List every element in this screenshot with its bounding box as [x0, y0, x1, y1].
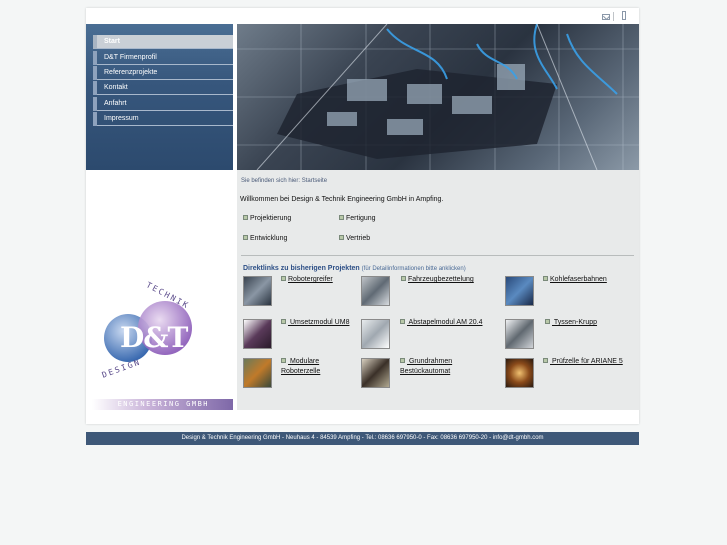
service-label: Vertrieb [346, 235, 371, 242]
bullet-icon [339, 235, 344, 240]
project-link-fahrzeugbezettelung[interactable]: Fahrzeugbezettelung [401, 275, 474, 285]
print-icon[interactable] [622, 11, 626, 20]
project-link-tyssen-krupp[interactable]: Tyssen-Krupp [545, 318, 597, 328]
project-label: Prüfzelle für ARIANE 5 [550, 358, 623, 365]
bullet-icon [545, 319, 550, 324]
hero-machinery-graphic [237, 24, 639, 170]
nav-item-referenzprojekte[interactable]: Referenzprojekte [93, 66, 233, 80]
footer-contact: Design & Technik Engineering GmbH - Neuh… [86, 432, 639, 445]
project-label: Robotergreifer [288, 276, 333, 283]
project-link-roboterzelle[interactable]: Modulare Roboterzelle [281, 357, 356, 377]
service-vertrieb: Vertrieb [339, 235, 370, 242]
project-label: Umsetzmodul UM8 [288, 319, 350, 326]
project-label: Kohlefaserbahnen [550, 276, 607, 283]
thumb-fahrzeugbezettelung[interactable] [361, 276, 390, 306]
bullet-icon [281, 319, 286, 324]
service-label: Projektierung [250, 215, 292, 222]
thumb-umsetzmodul[interactable] [243, 319, 272, 349]
project-link-umsetzmodul[interactable]: Umsetzmodul UM8 [281, 318, 349, 328]
direktlinks-title: Direktlinks zu bisherigen Projekten [243, 265, 360, 272]
main-navigation: Start D&T Firmenprofil Referenzprojekte … [86, 24, 233, 170]
breadcrumb: Sie befinden sich hier: Startseite [241, 178, 328, 184]
nav-item-firmenprofil[interactable]: D&T Firmenprofil [93, 51, 233, 65]
project-link-grundrahmen[interactable]: Grundrahmen Bestückautomat [400, 357, 480, 377]
service-entwicklung: Entwicklung [243, 235, 287, 242]
project-link-abstapelmodul[interactable]: Abstapelmodul AM 20.4 [400, 318, 483, 328]
project-label: Tyssen-Krupp [552, 319, 598, 326]
project-label: Grundrahmen Bestückautomat [400, 358, 453, 375]
nav-item-anfahrt[interactable]: Anfahrt [93, 97, 233, 111]
nav-item-impressum[interactable]: Impressum [93, 112, 233, 126]
thumb-tyssen-krupp[interactable] [505, 319, 534, 349]
welcome-text: Willkommen bei Design & Technik Engineer… [240, 196, 444, 203]
thumb-robotergreifer[interactable] [243, 276, 272, 306]
nav-item-kontakt[interactable]: Kontakt [93, 81, 233, 95]
direktlinks-heading: Direktlinks zu bisherigen Projekten (für… [243, 265, 466, 272]
bullet-icon [243, 215, 248, 220]
service-fertigung: Fertigung [339, 215, 376, 222]
bullet-icon [243, 235, 248, 240]
logo-text-main: D&T [120, 321, 188, 354]
service-label: Fertigung [346, 215, 376, 222]
project-label: Modulare Roboterzelle [281, 358, 321, 375]
bullet-icon [281, 276, 286, 281]
top-icons [598, 11, 638, 23]
bullet-icon [400, 358, 405, 363]
bullet-icon [543, 358, 548, 363]
service-label: Entwicklung [250, 235, 288, 242]
direktlinks-hint: (für Detailinformationen bitte anklicken… [361, 266, 466, 272]
icon-separator [613, 12, 614, 21]
bullet-icon [339, 215, 344, 220]
bullet-icon [543, 276, 548, 281]
bullet-icon [401, 276, 406, 281]
mail-icon[interactable] [602, 14, 610, 20]
logo-engineering-bar: ENGINEERING GMBH [92, 399, 233, 410]
thumb-kohlefaserbahnen[interactable] [505, 276, 534, 306]
service-projektierung: Projektierung [243, 215, 291, 222]
project-label: Abstapelmodul AM 20.4 [407, 319, 483, 326]
thumb-roboterzelle[interactable] [243, 358, 272, 388]
thumb-pruefzelle[interactable] [505, 358, 534, 388]
project-label: Fahrzeugbezettelung [408, 276, 474, 283]
project-link-kohlefaserbahnen[interactable]: Kohlefaserbahnen [543, 275, 607, 285]
hero-image [237, 24, 639, 170]
project-link-robotergreifer[interactable]: Robotergreifer [281, 275, 333, 285]
bullet-icon [400, 319, 405, 324]
thumb-grundrahmen[interactable] [361, 358, 390, 388]
project-link-pruefzelle[interactable]: Prüfzelle für ARIANE 5 [543, 357, 623, 367]
logo-area: D&T TECHNIK DESIGN [86, 170, 237, 410]
thumb-abstapelmodul[interactable] [361, 319, 390, 349]
bullet-icon [281, 358, 286, 363]
divider [241, 255, 634, 256]
nav-item-start[interactable]: Start [93, 35, 233, 49]
